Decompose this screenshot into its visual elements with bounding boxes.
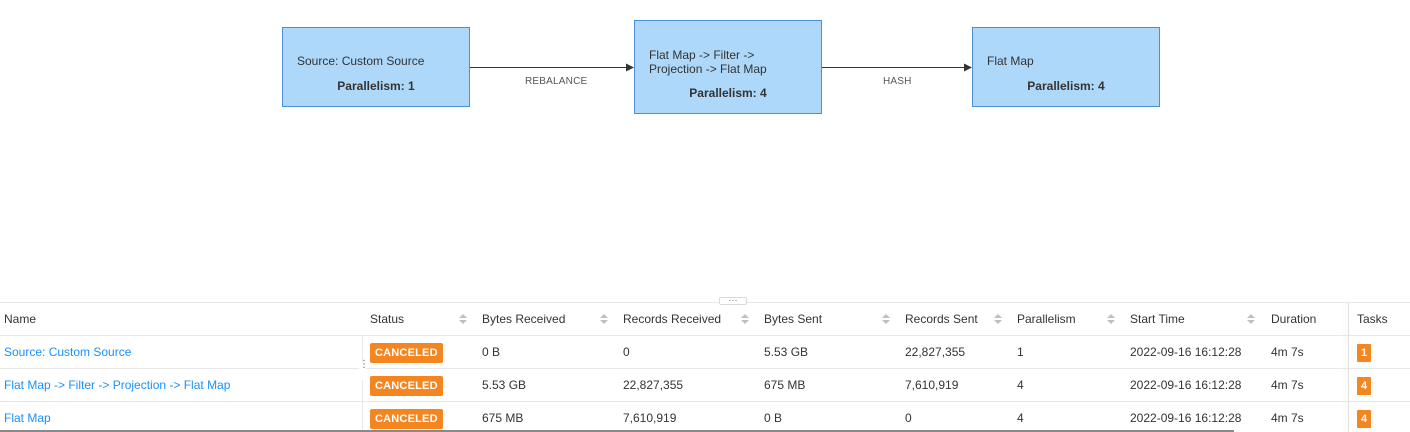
job-overview: Source: Custom Source Parallelism: 1 Fla… xyxy=(0,0,1410,432)
duration-cell: 4m 7s xyxy=(1271,411,1304,425)
graph-node-source[interactable]: Source: Custom Source Parallelism: 1 xyxy=(282,27,470,107)
records-sent-cell: 0 xyxy=(905,411,912,425)
table-row[interactable]: Flat Map -> Filter -> Projection -> Flat… xyxy=(0,369,1410,402)
panel-resize-handle[interactable]: ··· xyxy=(719,296,747,305)
start-time-cell: 2022-09-16 16:12:28 xyxy=(1130,345,1242,359)
bytes-sent-cell: 5.53 GB xyxy=(764,345,809,359)
status-badge: CANCELED xyxy=(370,375,443,396)
table-row[interactable]: Flat Map CANCELED 675 MB 7,610,919 0 B 0… xyxy=(0,402,1410,432)
records-sent-cell: 22,827,355 xyxy=(905,345,966,359)
edge-label-hash: HASH xyxy=(883,76,912,87)
tasks-cell: 4 xyxy=(1356,369,1372,402)
node-parallelism: Parallelism: 1 xyxy=(337,79,415,93)
node-parallelism: Parallelism: 4 xyxy=(1027,79,1105,93)
job-graph[interactable]: Source: Custom Source Parallelism: 1 Fla… xyxy=(0,0,1410,300)
bytes-sent-cell: 675 MB xyxy=(764,378,806,392)
fixed-column-shadow xyxy=(1348,303,1349,432)
node-title: Flat Map xyxy=(987,54,1034,68)
column-header-bytes-received[interactable]: Bytes Received xyxy=(482,303,565,336)
column-header-tasks: Tasks xyxy=(1357,312,1388,326)
records-received-cell: 22,827,355 xyxy=(623,378,684,392)
status-badge: CANCELED xyxy=(370,342,443,363)
node-parallelism: Parallelism: 4 xyxy=(689,86,767,100)
sort-icon[interactable] xyxy=(1247,314,1255,326)
vertex-name-link[interactable]: Flat Map xyxy=(4,402,51,432)
column-header-parallelism[interactable]: Parallelism xyxy=(1017,303,1076,336)
sort-icon[interactable] xyxy=(1107,314,1115,326)
sort-icon[interactable] xyxy=(459,314,467,326)
bytes-received-cell: 5.53 GB xyxy=(482,378,527,392)
column-header-bytes-sent[interactable]: Bytes Sent xyxy=(764,303,822,336)
column-resize-handle[interactable]: ⋮ xyxy=(359,360,369,380)
records-received-cell: 7,610,919 xyxy=(623,411,677,425)
column-header-name: Name xyxy=(4,312,37,326)
sort-icon[interactable] xyxy=(882,314,890,326)
start-time-cell: 2022-09-16 16:12:28 xyxy=(1130,411,1242,425)
bytes-received-cell: 0 B xyxy=(482,345,501,359)
table-row[interactable]: Source: Custom Source CANCELED 0 B 0 5.5… xyxy=(0,336,1410,369)
column-header-records-sent[interactable]: Records Sent xyxy=(905,303,978,336)
node-title: Flat Map -> Filter -> Projection -> Flat… xyxy=(649,48,767,76)
status-badge: CANCELED xyxy=(370,408,443,429)
vertex-name-link[interactable]: Source: Custom Source xyxy=(4,336,131,369)
column-header-duration: Duration xyxy=(1271,312,1317,326)
task-count-badge[interactable]: 1 xyxy=(1356,342,1372,363)
column-header-status[interactable]: Status xyxy=(370,303,404,336)
records-received-cell: 0 xyxy=(623,345,630,359)
table-header: Name Status Bytes Received Records Recei… xyxy=(0,303,1410,336)
sort-icon[interactable] xyxy=(994,314,1002,326)
task-count-badge[interactable]: 4 xyxy=(1356,408,1372,429)
tasks-cell: 4 xyxy=(1356,402,1372,432)
task-count-badge[interactable]: 4 xyxy=(1356,375,1372,396)
status-cell: CANCELED xyxy=(370,402,443,432)
bytes-sent-cell: 0 B xyxy=(764,411,783,425)
start-time-cell: 2022-09-16 16:12:28 xyxy=(1130,378,1242,392)
name-column-divider xyxy=(362,336,363,432)
status-cell: CANCELED xyxy=(370,369,443,402)
parallelism-cell: 4 xyxy=(1017,411,1024,425)
sort-icon[interactable] xyxy=(600,314,608,326)
parallelism-cell: 4 xyxy=(1017,378,1024,392)
tasks-cell: 1 xyxy=(1356,336,1372,369)
status-cell: CANCELED xyxy=(370,336,443,369)
column-header-start-time[interactable]: Start Time xyxy=(1130,303,1185,336)
bytes-received-cell: 675 MB xyxy=(482,411,524,425)
records-sent-cell: 7,610,919 xyxy=(905,378,959,392)
sort-icon[interactable] xyxy=(741,314,749,326)
vertex-name-link[interactable]: Flat Map -> Filter -> Projection -> Flat… xyxy=(4,369,230,402)
graph-node-flatmap-chain[interactable]: Flat Map -> Filter -> Projection -> Flat… xyxy=(634,20,822,114)
graph-node-flatmap[interactable]: Flat Map Parallelism: 4 xyxy=(972,27,1160,107)
column-header-records-received[interactable]: Records Received xyxy=(623,303,721,336)
node-title: Source: Custom Source xyxy=(297,54,425,68)
duration-cell: 4m 7s xyxy=(1271,345,1304,359)
duration-cell: 4m 7s xyxy=(1271,378,1304,392)
parallelism-cell: 1 xyxy=(1017,345,1024,359)
vertex-table: Name Status Bytes Received Records Recei… xyxy=(0,302,1410,432)
edge-label-rebalance: REBALANCE xyxy=(525,76,588,87)
